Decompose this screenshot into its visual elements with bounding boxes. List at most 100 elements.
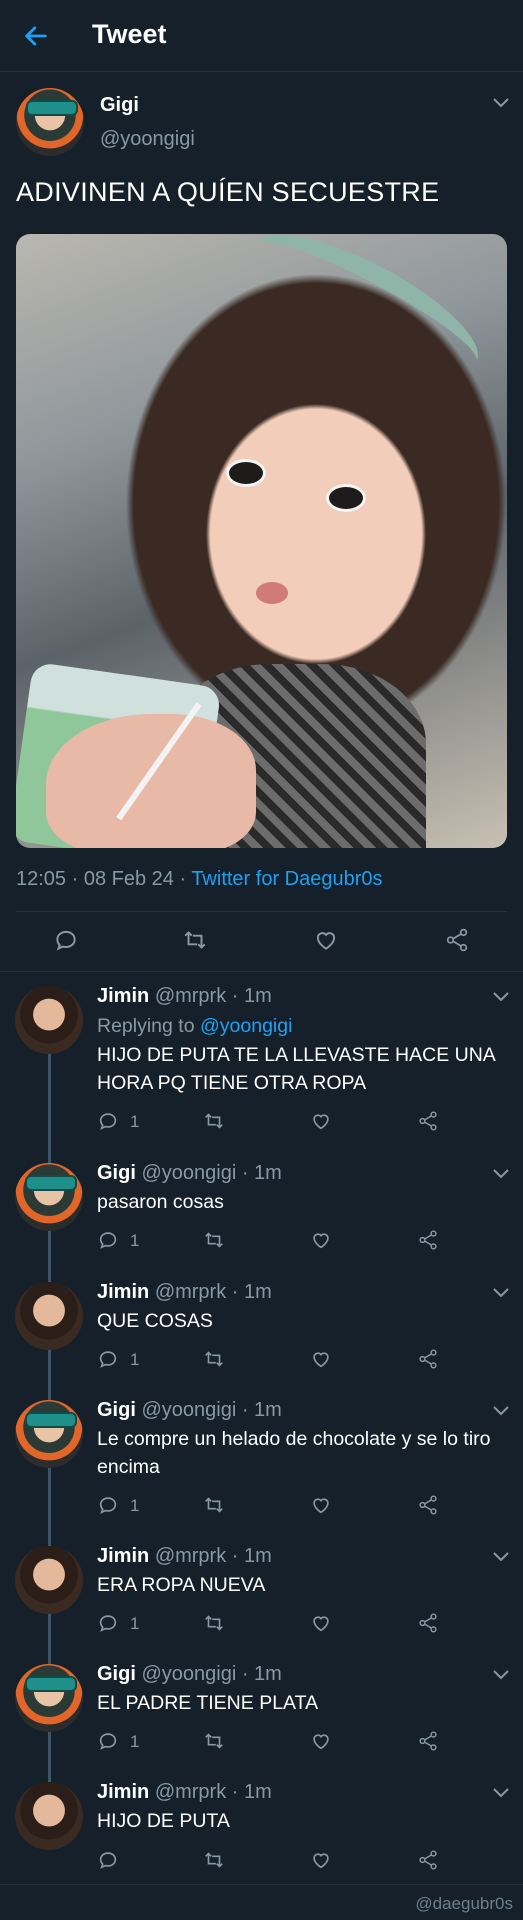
back-arrow-icon[interactable]: [22, 22, 50, 50]
share-icon[interactable]: [417, 1612, 439, 1634]
reply-handle-time: @yoongigi · 1m: [141, 1663, 282, 1685]
chevron-down-icon[interactable]: [493, 1788, 509, 1798]
reply-count: 1: [130, 1496, 140, 1515]
reply-author[interactable]: Gigi @yoongigi · 1m: [97, 1162, 282, 1185]
page-title: Tweet: [92, 19, 167, 49]
share-icon[interactable]: [444, 927, 470, 953]
reply-icon[interactable]: [97, 1494, 119, 1516]
like-icon[interactable]: [310, 1110, 332, 1132]
share-icon[interactable]: [417, 1494, 439, 1516]
reply-name: Jimin: [97, 1781, 150, 1803]
reply-icon[interactable]: [97, 1612, 119, 1634]
author-handle[interactable]: @yoongigi: [100, 128, 195, 151]
reply-icon[interactable]: [53, 927, 79, 953]
reply-count: 1: [130, 1112, 140, 1131]
goggle-decoration: [25, 1175, 77, 1191]
retweet-icon[interactable]: [203, 1730, 225, 1752]
reply-text: ERA ROPA NUEVA: [97, 1574, 266, 1596]
share-icon[interactable]: [417, 1110, 439, 1132]
chevron-down-icon[interactable]: [493, 1670, 509, 1680]
retweet-icon[interactable]: [203, 1348, 225, 1370]
reply-icon[interactable]: [97, 1110, 119, 1132]
like-icon[interactable]: [310, 1849, 332, 1871]
reply-icon[interactable]: [97, 1348, 119, 1370]
retweet-icon[interactable]: [203, 1110, 225, 1132]
reply-icon[interactable]: [97, 1229, 119, 1251]
like-icon[interactable]: [310, 1348, 332, 1370]
reply-handle-time: @mrprk · 1m: [154, 1281, 272, 1303]
replying-to: Replying to @yoongigi: [97, 1015, 292, 1038]
reply-handle-time: @mrprk · 1m: [154, 1545, 272, 1567]
share-icon[interactable]: [417, 1348, 439, 1370]
divider: [0, 1884, 523, 1885]
reply-author[interactable]: Gigi @yoongigi · 1m: [97, 1663, 282, 1686]
timestamp: 12:05 · 08 Feb 24 ·: [16, 868, 192, 890]
reply-text: EL PADRE TIENE PLATA: [97, 1692, 319, 1714]
like-icon[interactable]: [310, 1229, 332, 1251]
chevron-down-icon[interactable]: [493, 1288, 509, 1298]
reply-name: Jimin: [97, 1545, 150, 1567]
retweet-icon[interactable]: [203, 1229, 225, 1251]
reply-author[interactable]: Jimin @mrprk · 1m: [97, 1545, 272, 1568]
reply-text: HIJO DE PUTA TE LA LLEVASTE HACE UNA HOR…: [97, 1044, 495, 1094]
retweet-icon[interactable]: [203, 1849, 225, 1871]
like-icon[interactable]: [310, 1494, 332, 1516]
photo-detail: [326, 484, 366, 512]
share-icon[interactable]: [417, 1730, 439, 1752]
chevron-down-icon[interactable]: [493, 992, 509, 1002]
reply-count: 1: [130, 1231, 140, 1250]
replying-label: Replying to: [97, 1015, 200, 1037]
reply-count: 1: [130, 1732, 140, 1751]
share-icon[interactable]: [417, 1849, 439, 1871]
reply-author[interactable]: Jimin @mrprk · 1m: [97, 1781, 272, 1804]
avatar[interactable]: [15, 1400, 83, 1468]
author-name[interactable]: Gigi: [100, 94, 139, 117]
chevron-down-icon[interactable]: [493, 1169, 509, 1179]
watermark: @daegubr0s: [415, 1894, 513, 1913]
chevron-down-icon[interactable]: [493, 98, 509, 108]
photo-detail: [237, 234, 495, 397]
chevron-down-icon[interactable]: [493, 1552, 509, 1562]
like-icon[interactable]: [310, 1730, 332, 1752]
divider: [0, 971, 523, 972]
reply-author[interactable]: Gigi @yoongigi · 1m: [97, 1399, 282, 1422]
reply-text: pasaron cosas: [97, 1191, 224, 1213]
avatar[interactable]: [15, 1782, 83, 1850]
retweet-icon[interactable]: [182, 927, 208, 953]
reply-author[interactable]: Jimin @mrprk · 1m: [97, 1281, 272, 1304]
mention-link[interactable]: @yoongigi: [200, 1015, 292, 1037]
retweet-icon[interactable]: [203, 1494, 225, 1516]
tweet-meta: 12:05 · 08 Feb 24 · Twitter for Daegubr0…: [16, 868, 383, 891]
reply-icon[interactable]: [97, 1849, 119, 1871]
share-icon[interactable]: [417, 1229, 439, 1251]
reply-handle-time: @mrprk · 1m: [154, 985, 272, 1007]
reply-icon[interactable]: [97, 1730, 119, 1752]
reply-handle-time: @yoongigi · 1m: [141, 1399, 282, 1421]
chevron-down-icon[interactable]: [493, 1406, 509, 1416]
divider: [16, 911, 507, 912]
retweet-icon[interactable]: [203, 1612, 225, 1634]
tweet-source[interactable]: Twitter for Daegubr0s: [191, 868, 382, 890]
reply-text: QUE COSAS: [97, 1310, 213, 1332]
goggle-decoration: [25, 1412, 77, 1428]
photo-detail: [256, 582, 288, 604]
reply-text: HIJO DE PUTA: [97, 1810, 230, 1832]
avatar[interactable]: [15, 1282, 83, 1350]
like-icon[interactable]: [310, 1612, 332, 1634]
reply-author[interactable]: Jimin @mrprk · 1m: [97, 985, 272, 1008]
tweet-photo[interactable]: [16, 234, 507, 848]
goggle-decoration: [26, 100, 78, 116]
reply-count: 1: [130, 1350, 140, 1369]
tweet-text: ADIVINEN A QUÍEN SECUESTRE: [16, 177, 440, 207]
avatar[interactable]: [15, 1163, 83, 1231]
avatar[interactable]: [16, 88, 84, 156]
avatar[interactable]: [15, 986, 83, 1054]
reply-text: Le compre un helado de chocolate y se lo…: [97, 1428, 491, 1478]
avatar[interactable]: [15, 1546, 83, 1614]
reply-name: Gigi: [97, 1399, 136, 1421]
reply-handle-time: @mrprk · 1m: [154, 1781, 272, 1803]
photo-detail: [46, 714, 256, 848]
like-icon[interactable]: [313, 927, 339, 953]
reply-name: Jimin: [97, 1281, 150, 1303]
avatar[interactable]: [15, 1664, 83, 1732]
